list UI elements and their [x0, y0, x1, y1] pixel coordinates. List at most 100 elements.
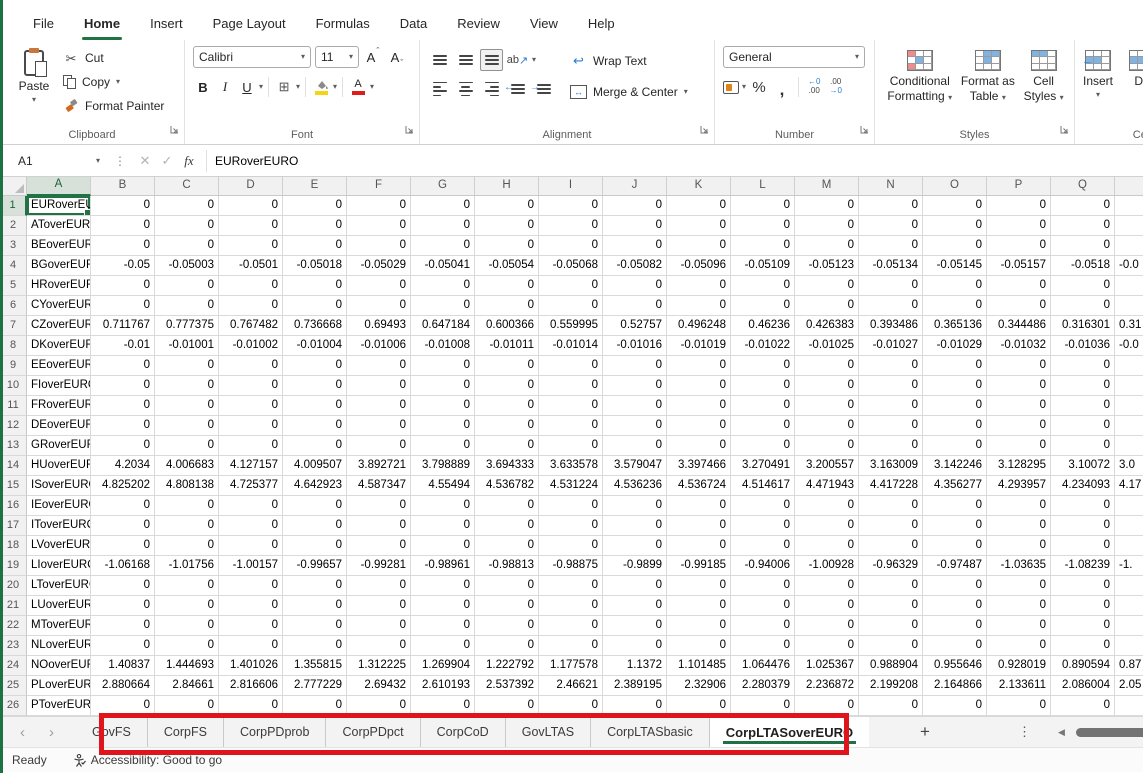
row-header-16[interactable]: 16: [0, 496, 27, 516]
cell-O8[interactable]: -0.01029: [923, 336, 987, 356]
cell-N6[interactable]: 0: [859, 296, 923, 316]
row-header-3[interactable]: 3: [0, 236, 27, 256]
cell-Q16[interactable]: 0: [1051, 496, 1115, 516]
cell-F17[interactable]: 0: [347, 516, 411, 536]
cell-J17[interactable]: 0: [603, 516, 667, 536]
cell-E17[interactable]: 0: [283, 516, 347, 536]
cell-E13[interactable]: 0: [283, 436, 347, 456]
decrease-font-button[interactable]: A: [387, 46, 407, 68]
cell-N17[interactable]: 0: [859, 516, 923, 536]
cell-J6[interactable]: 0: [603, 296, 667, 316]
cell-D17[interactable]: 0: [219, 516, 283, 536]
cell-G15[interactable]: 4.55494: [411, 476, 475, 496]
cell-B14[interactable]: 4.2034: [91, 456, 155, 476]
cell-L17[interactable]: 0: [731, 516, 795, 536]
cell-G2[interactable]: 0: [411, 216, 475, 236]
cell-H4[interactable]: -0.05054: [475, 256, 539, 276]
cell-J11[interactable]: 0: [603, 396, 667, 416]
number-dialog-launcher[interactable]: [860, 121, 869, 139]
cell-N11[interactable]: 0: [859, 396, 923, 416]
cell-C20[interactable]: 0: [155, 576, 219, 596]
row-header-17[interactable]: 17: [0, 516, 27, 536]
cell-R10[interactable]: [1115, 376, 1143, 396]
cell-F7[interactable]: 0.69493: [347, 316, 411, 336]
cell-R13[interactable]: [1115, 436, 1143, 456]
column-header-N[interactable]: N: [859, 177, 923, 196]
cell-G20[interactable]: 0: [411, 576, 475, 596]
cell-E22[interactable]: 0: [283, 616, 347, 636]
cell-K25[interactable]: 2.32906: [667, 676, 731, 696]
cell-I13[interactable]: 0: [539, 436, 603, 456]
cell-P14[interactable]: 3.128295: [987, 456, 1051, 476]
cell-J24[interactable]: 1.1372: [603, 656, 667, 676]
cell-A19[interactable]: LIoverEURO: [27, 556, 91, 576]
cell-C15[interactable]: 4.808138: [155, 476, 219, 496]
ribbon-tab-view[interactable]: View: [515, 6, 573, 40]
cell-K20[interactable]: 0: [667, 576, 731, 596]
cell-R22[interactable]: [1115, 616, 1143, 636]
cell-H22[interactable]: 0: [475, 616, 539, 636]
cell-D4[interactable]: -0.0501: [219, 256, 283, 276]
cell-I5[interactable]: 0: [539, 276, 603, 296]
cell-H26[interactable]: 0: [475, 696, 539, 716]
cell-G14[interactable]: 3.798889: [411, 456, 475, 476]
cell-H12[interactable]: 0: [475, 416, 539, 436]
cell-C18[interactable]: 0: [155, 536, 219, 556]
cell-J12[interactable]: 0: [603, 416, 667, 436]
cell-G8[interactable]: -0.01008: [411, 336, 475, 356]
cell-R14[interactable]: 3.0: [1115, 456, 1143, 476]
cell-L24[interactable]: 1.064476: [731, 656, 795, 676]
decrease-indent-button[interactable]: ←: [506, 78, 529, 100]
cell-F4[interactable]: -0.05029: [347, 256, 411, 276]
column-header-J[interactable]: J: [603, 177, 667, 196]
row-header-23[interactable]: 23: [0, 636, 27, 656]
column-header-A[interactable]: A: [27, 177, 91, 196]
cell-K18[interactable]: 0: [667, 536, 731, 556]
cell-O23[interactable]: 0: [923, 636, 987, 656]
cell-O25[interactable]: 2.164866: [923, 676, 987, 696]
paste-button[interactable]: Paste ▾: [8, 46, 60, 126]
cell-G21[interactable]: 0: [411, 596, 475, 616]
cell-N1[interactable]: 0: [859, 196, 923, 216]
cell-G5[interactable]: 0: [411, 276, 475, 296]
cell-P11[interactable]: 0: [987, 396, 1051, 416]
cell-M19[interactable]: -1.00928: [795, 556, 859, 576]
cell-C6[interactable]: 0: [155, 296, 219, 316]
cell-R16[interactable]: [1115, 496, 1143, 516]
increase-decimal-button[interactable]: ←0 .00: [805, 78, 823, 96]
cell-N10[interactable]: 0: [859, 376, 923, 396]
cell-F13[interactable]: 0: [347, 436, 411, 456]
cell-D19[interactable]: -1.00157: [219, 556, 283, 576]
cell-P17[interactable]: 0: [987, 516, 1051, 536]
cell-F5[interactable]: 0: [347, 276, 411, 296]
cell-O4[interactable]: -0.05145: [923, 256, 987, 276]
cell-M23[interactable]: 0: [795, 636, 859, 656]
cell-A13[interactable]: GRoverEURO: [27, 436, 91, 456]
cell-D16[interactable]: 0: [219, 496, 283, 516]
cell-F24[interactable]: 1.312225: [347, 656, 411, 676]
row-header-18[interactable]: 18: [0, 536, 27, 556]
cell-E5[interactable]: 0: [283, 276, 347, 296]
cell-R15[interactable]: 4.17: [1115, 476, 1143, 496]
hscroll-left-icon[interactable]: ◀: [1058, 717, 1065, 747]
ribbon-tab-file[interactable]: File: [18, 6, 69, 40]
cell-E11[interactable]: 0: [283, 396, 347, 416]
cell-D23[interactable]: 0: [219, 636, 283, 656]
cell-D26[interactable]: 0: [219, 696, 283, 716]
cell-E26[interactable]: 0: [283, 696, 347, 716]
cell-I26[interactable]: 0: [539, 696, 603, 716]
column-header-C[interactable]: C: [155, 177, 219, 196]
cell-F9[interactable]: 0: [347, 356, 411, 376]
cell-M15[interactable]: 4.471943: [795, 476, 859, 496]
cell-P21[interactable]: 0: [987, 596, 1051, 616]
cell-F25[interactable]: 2.69432: [347, 676, 411, 696]
cell-N19[interactable]: -0.96329: [859, 556, 923, 576]
ribbon-tab-home[interactable]: Home: [69, 6, 135, 40]
cell-J5[interactable]: 0: [603, 276, 667, 296]
cell-J8[interactable]: -0.01016: [603, 336, 667, 356]
cell-R6[interactable]: [1115, 296, 1143, 316]
cell-P8[interactable]: -0.01032: [987, 336, 1051, 356]
cell-M3[interactable]: 0: [795, 236, 859, 256]
cell-E21[interactable]: 0: [283, 596, 347, 616]
cell-B22[interactable]: 0: [91, 616, 155, 636]
